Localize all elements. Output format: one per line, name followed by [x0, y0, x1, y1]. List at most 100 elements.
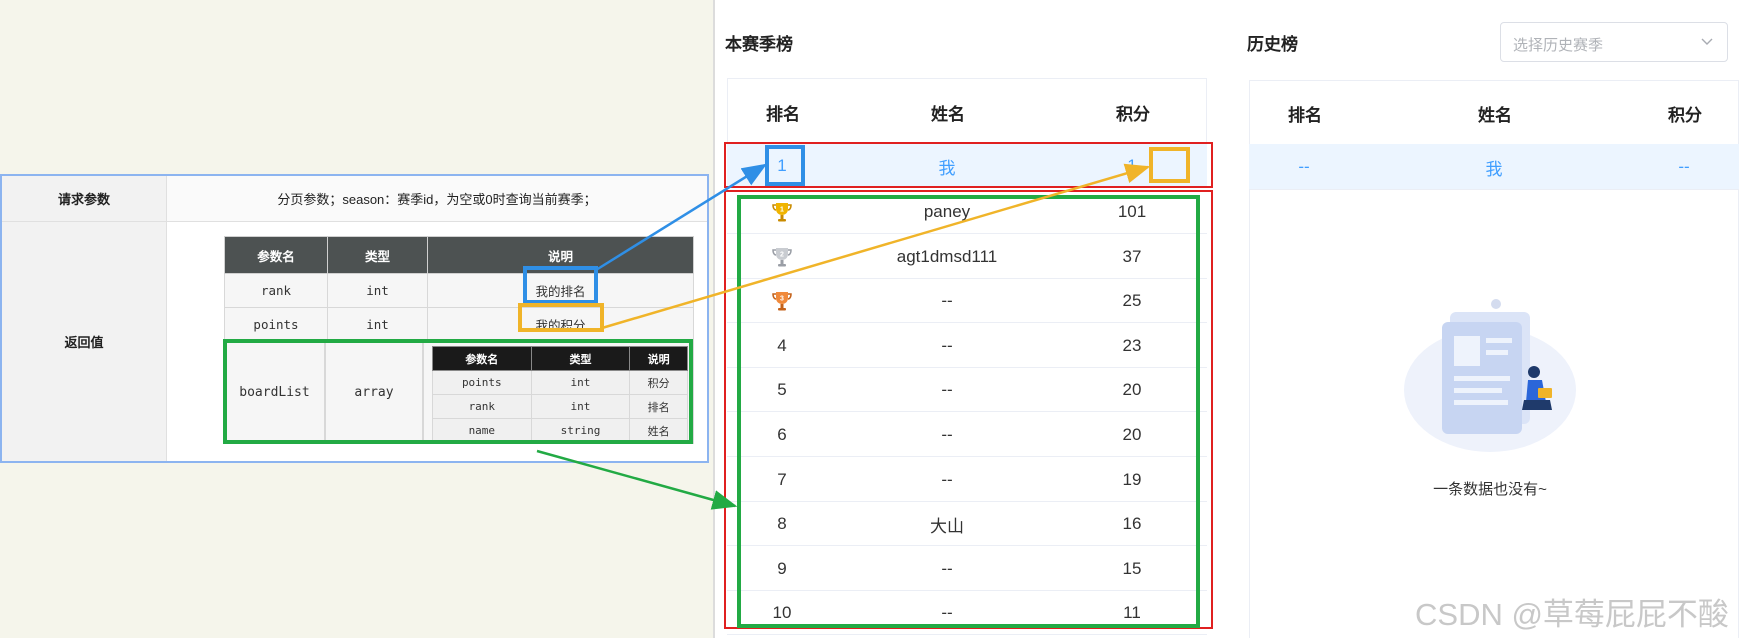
player-points: 20 [1122, 380, 1142, 400]
sub-header-type: 类型 [530, 346, 631, 371]
rank-number: 9 [777, 558, 787, 578]
sub-field-type: int [530, 370, 631, 395]
empty-data-illustration-icon [1404, 299, 1576, 452]
return-fields-table: 参数名 类型 说明 rank int 我的排名 points int 我的积分 [224, 236, 694, 342]
table-row: points int 我的积分 [224, 307, 694, 342]
silver-trophy-icon: 2 [727, 235, 837, 279]
boardlist-name: boardList [224, 341, 325, 444]
player-name: -- [941, 558, 953, 578]
history-my-points: -- [1678, 157, 1690, 176]
field-type: int [327, 307, 428, 342]
header-name: 姓名 [1478, 105, 1512, 125]
field-name: rank [224, 273, 328, 308]
empty-data-text: 一条数据也没有~ [1433, 481, 1547, 498]
rank-row[interactable]: 1 paney 101 [727, 190, 1207, 234]
sub-field-desc: 姓名 [629, 418, 688, 443]
table-row: rank int 排名 [432, 394, 688, 419]
field-desc: 我的积分 [427, 307, 694, 342]
player-points: 101 [1117, 202, 1147, 221]
select-placeholder: 选择历史赛季 [1513, 37, 1604, 54]
player-points: 11 [1123, 603, 1141, 623]
player-name: -- [941, 603, 953, 623]
my-rank-row[interactable]: 1 我 1 [727, 144, 1207, 188]
rank-row[interactable]: 9 -- 15 [727, 547, 1207, 591]
my-points: 1 [1127, 156, 1137, 175]
sub-field-name: points [432, 370, 532, 395]
sub-field-desc: 积分 [629, 370, 688, 395]
header-points: 积分 [1668, 105, 1702, 125]
header-points: 积分 [1116, 104, 1150, 124]
svg-text:2: 2 [780, 251, 784, 258]
sub-field-type: int [530, 394, 631, 419]
header-rank: 排名 [1288, 105, 1322, 125]
rank-number: 4 [777, 335, 787, 355]
sub-field-type: string [530, 418, 631, 443]
return-value-label: 返回值 [2, 222, 167, 461]
player-name: -- [941, 425, 953, 444]
sub-header-param-name: 参数名 [432, 346, 532, 371]
rank-row[interactable]: 2 agt1dmsd111 37 [727, 235, 1207, 279]
player-name: -- [941, 469, 953, 489]
rank-row[interactable]: 5 -- 20 [727, 368, 1207, 413]
table-row: points int 积分 [432, 370, 688, 395]
header-name: 姓名 [931, 104, 965, 124]
svg-text:1: 1 [780, 207, 784, 214]
header-rank: 排名 [766, 104, 800, 124]
svg-text:3: 3 [780, 296, 784, 303]
rank-row[interactable]: 7 -- 19 [727, 458, 1207, 502]
player-name: -- [941, 335, 953, 355]
chevron-down-icon [1701, 38, 1713, 45]
request-params-value: 分页参数；season：赛季id，为空或0时查询当前赛季； [167, 176, 707, 221]
bronze-trophy-icon: 3 [727, 279, 837, 323]
rank-number: 10 [772, 603, 792, 623]
header-type: 类型 [327, 236, 428, 274]
header-param-name: 参数名 [224, 236, 328, 274]
sub-field-name: name [432, 418, 532, 443]
rank-row[interactable]: 3 -- 25 [727, 279, 1207, 324]
rank-number: 5 [777, 380, 787, 400]
player-name: agt1dmsd111 [896, 246, 998, 266]
history-table-header: 排名 姓名 积分 [1249, 80, 1739, 144]
api-doc-table: 请求参数 分页参数；season：赛季id，为空或0时查询当前赛季； 返回值 参… [0, 174, 709, 463]
player-points: 19 [1122, 469, 1142, 489]
rank-number: 8 [777, 514, 787, 534]
rank-row[interactable]: 8 大山 16 [727, 502, 1207, 547]
rank-row[interactable]: 4 -- 23 [727, 324, 1207, 368]
request-params-label: 请求参数 [2, 176, 167, 221]
field-desc: 我的排名 [427, 273, 694, 308]
player-points: 23 [1122, 335, 1142, 355]
table-row: name string 姓名 [432, 418, 688, 443]
my-name: 我 [938, 158, 956, 178]
history-my-name: 我 [1485, 159, 1503, 179]
current-season-title: 本赛季榜 [725, 35, 793, 54]
my-rank: 1 [777, 156, 787, 175]
table-row: rank int 我的排名 [224, 273, 694, 308]
player-name: -- [941, 380, 953, 400]
field-name: points [224, 307, 328, 342]
history-my-rank: -- [1298, 157, 1310, 176]
gold-trophy-icon: 1 [727, 190, 837, 234]
watermark: CSDN @草莓屁屁不酸 [1415, 597, 1729, 632]
player-points: 15 [1122, 558, 1142, 578]
rank-number: 6 [777, 425, 787, 444]
sub-field-desc: 排名 [629, 394, 688, 419]
history-season-select[interactable]: 选择历史赛季 [1500, 22, 1728, 62]
player-points: 16 [1122, 514, 1142, 534]
current-table-header: 排名 姓名 积分 [727, 78, 1207, 144]
history-my-row[interactable]: -- 我 -- [1249, 144, 1739, 190]
player-name: paney [923, 202, 971, 221]
rank-number: 7 [777, 469, 787, 489]
field-type: int [327, 273, 428, 308]
sub-header-desc: 说明 [629, 346, 688, 371]
rank-row[interactable]: 6 -- 20 [727, 413, 1207, 457]
player-name: -- [941, 291, 953, 311]
history-title: 历史榜 [1247, 35, 1298, 54]
rank-row[interactable]: 10 -- 11 [727, 591, 1207, 636]
request-params-row: 请求参数 分页参数；season：赛季id，为空或0时查询当前赛季； [2, 176, 707, 222]
player-points: 37 [1122, 246, 1142, 266]
boardlist-subtable: 参数名 类型 说明 points int 积分 rank int 排名 name… [432, 346, 688, 443]
player-points: 20 [1122, 425, 1142, 444]
leaderboard-app: 本赛季榜 排名 姓名 积分 1 我 1 1 paney 101 2 agt1dmsd11… [713, 0, 1748, 638]
header-desc: 说明 [427, 236, 694, 274]
player-points: 25 [1122, 291, 1142, 311]
